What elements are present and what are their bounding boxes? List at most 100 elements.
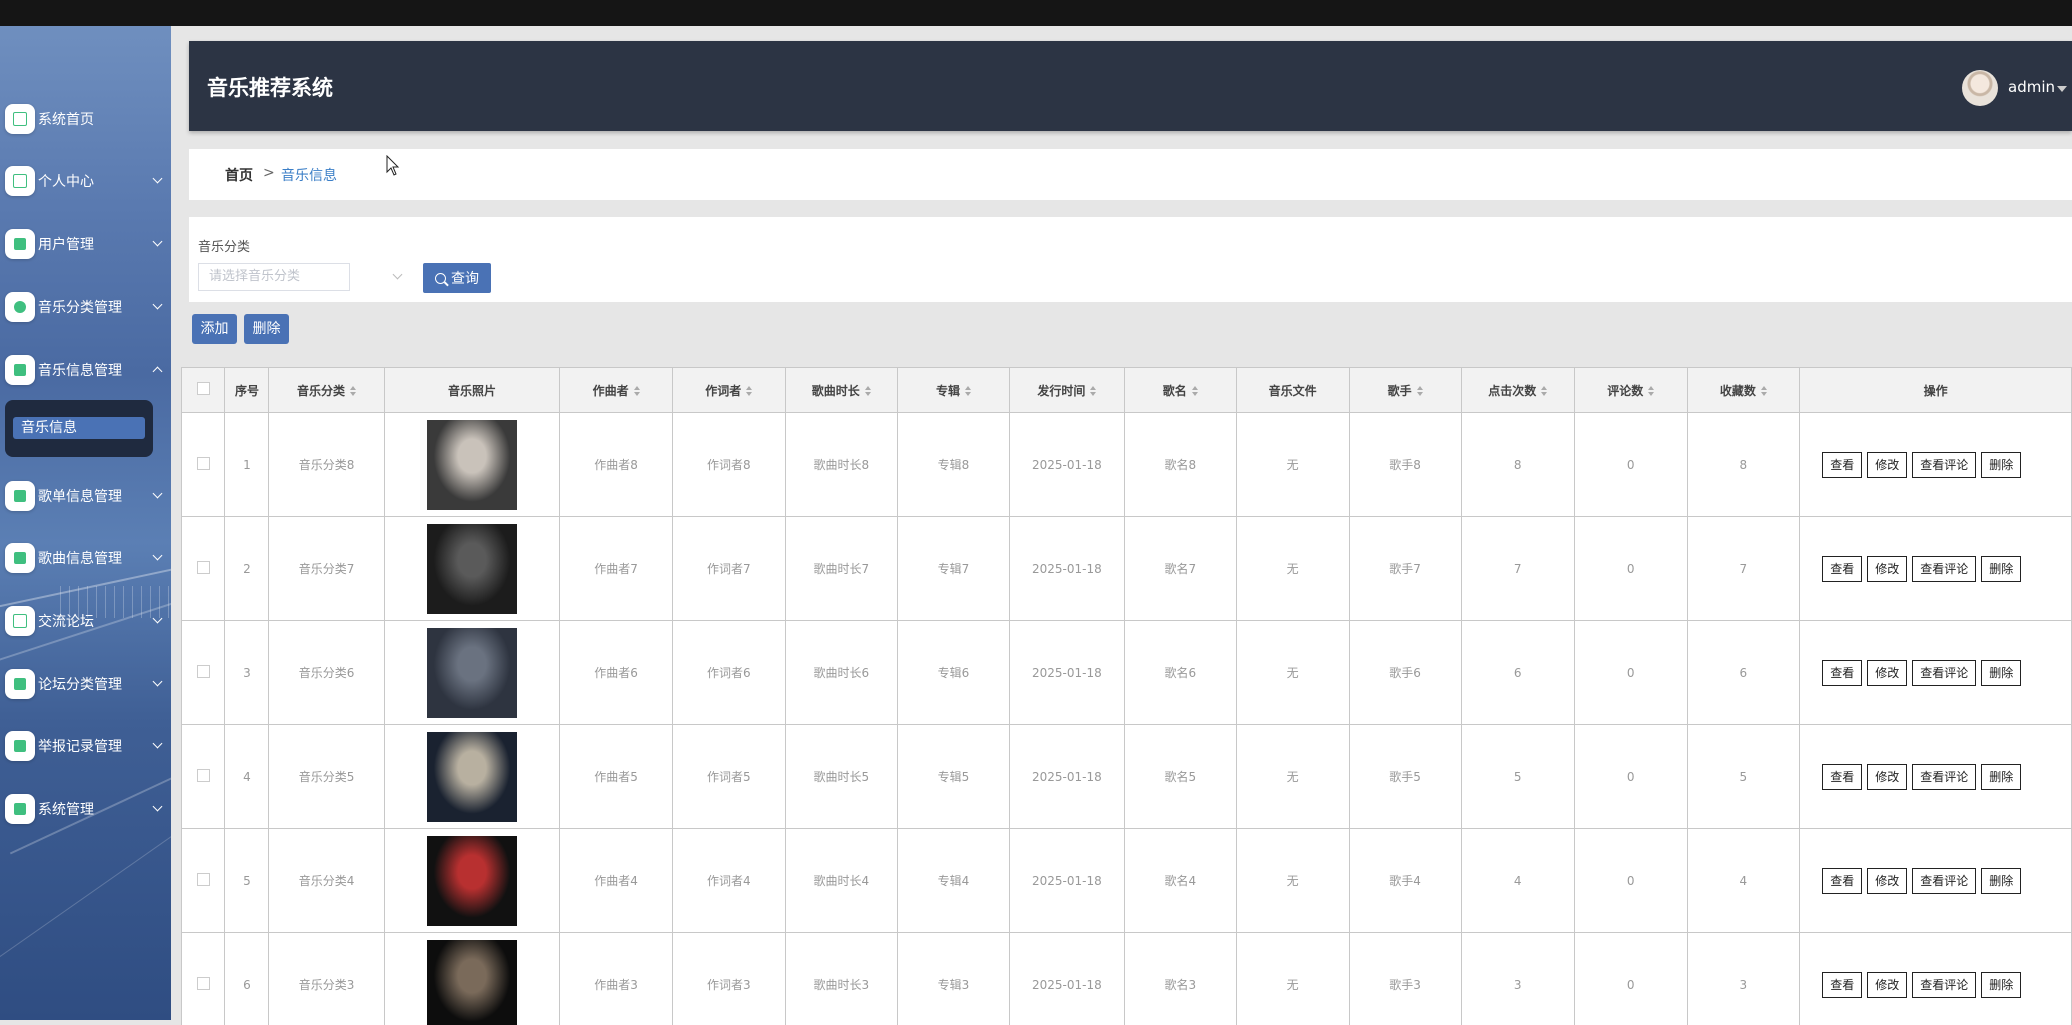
sidebar-item-users[interactable]: 用户管理 [0, 216, 171, 272]
table-cell-song: 歌名3 [1123, 932, 1237, 1025]
view-comments-button[interactable]: 查看评论 [1912, 451, 1977, 478]
view-button[interactable]: 查看 [1822, 555, 1863, 582]
edit-button[interactable]: 修改 [1867, 763, 1908, 790]
sidebar-item-forum[interactable]: 交流论坛 [0, 593, 171, 649]
table-cell-date: 2025-01-18 [1009, 932, 1125, 1025]
query-button-label: 查询 [451, 271, 479, 287]
column-header[interactable]: 作曲者 [559, 367, 673, 413]
column-header[interactable]: 歌曲时长 [784, 367, 898, 413]
delete-row-button[interactable]: 删除 [1981, 867, 2022, 894]
table-cell-singer: 歌手7 [1348, 516, 1462, 621]
row-checkbox[interactable] [181, 620, 226, 725]
table-cell-song: 歌名7 [1123, 516, 1237, 621]
view-button[interactable]: 查看 [1822, 659, 1863, 686]
table-cell-file: 无 [1235, 932, 1350, 1025]
category-select[interactable]: 请选择音乐分类 [198, 263, 350, 291]
delete-row-button[interactable]: 删除 [1981, 555, 2022, 582]
table-cell-category: 音乐分类3 [268, 932, 385, 1025]
music-photo [383, 828, 561, 933]
sidebar-item-label: 个人中心 [38, 174, 94, 190]
album-cover-image [426, 627, 517, 718]
row-checkbox[interactable] [181, 828, 226, 933]
delete-button[interactable]: 删除 [244, 314, 289, 344]
column-header[interactable]: 收藏数 [1686, 367, 1801, 413]
query-button[interactable]: 查询 [423, 263, 491, 293]
column-header: 序号 [224, 367, 270, 413]
delete-row-button[interactable]: 删除 [1981, 971, 2022, 998]
view-button[interactable]: 查看 [1822, 763, 1863, 790]
album-cover-image [426, 939, 517, 1025]
sidebar-item-label: 音乐信息管理 [38, 363, 122, 379]
row-checkbox[interactable] [181, 724, 226, 829]
user-icon [5, 229, 35, 259]
column-header[interactable]: 音乐分类 [268, 367, 385, 413]
row-actions: 查看 修改 查看评论 删除 [1799, 516, 2072, 621]
view-button[interactable]: 查看 [1822, 451, 1863, 478]
edit-button[interactable]: 修改 [1867, 659, 1908, 686]
sidebar-item-home[interactable]: 系统首页 [0, 91, 171, 147]
view-comments-button[interactable]: 查看评论 [1912, 971, 1977, 998]
column-header[interactable]: 评论数 [1573, 367, 1688, 413]
user-name[interactable]: admin [2008, 78, 2055, 96]
avatar[interactable] [1962, 70, 1998, 106]
table-cell-file: 无 [1235, 516, 1350, 621]
edit-button[interactable]: 修改 [1867, 451, 1908, 478]
sidebar-subitem-music-info[interactable]: 音乐信息 [13, 417, 145, 439]
row-checkbox[interactable] [181, 412, 226, 517]
row-checkbox[interactable] [181, 516, 226, 621]
view-comments-button[interactable]: 查看评论 [1912, 867, 1977, 894]
delete-row-button[interactable]: 删除 [1981, 659, 2022, 686]
column-header[interactable]: 作词者 [671, 367, 786, 413]
sliders-icon [5, 606, 35, 636]
table-cell-comments: 0 [1573, 620, 1688, 725]
category-filter-label: 音乐分类 [198, 240, 251, 255]
column-header[interactable]: 点击次数 [1460, 367, 1575, 413]
column-header[interactable]: 专辑 [896, 367, 1011, 413]
table-cell-song: 歌名5 [1123, 724, 1237, 829]
caret-down-icon[interactable] [2057, 86, 2067, 92]
table-cell-no: 1 [224, 412, 270, 517]
table-cell-no: 6 [224, 932, 270, 1025]
edit-button[interactable]: 修改 [1867, 555, 1908, 582]
sidebar-item-profile[interactable]: 个人中心 [0, 153, 171, 209]
sidebar-item-system[interactable]: 系统管理 [0, 781, 171, 837]
sidebar-item-songs[interactable]: 歌曲信息管理 [0, 530, 171, 586]
chevron-down-icon[interactable] [392, 269, 403, 280]
column-header[interactable]: 歌名 [1123, 367, 1237, 413]
sidebar-item-forum-category[interactable]: 论坛分类管理 [0, 656, 171, 712]
table-cell-lyricist: 作词者7 [671, 516, 786, 621]
table-cell-singer: 歌手5 [1348, 724, 1462, 829]
edit-button[interactable]: 修改 [1867, 867, 1908, 894]
delete-row-button[interactable]: 删除 [1981, 451, 2022, 478]
music-photo [383, 620, 561, 725]
flag-icon [5, 794, 35, 824]
select-all-checkbox[interactable] [181, 367, 226, 413]
sidebar-item-music-info[interactable]: 音乐信息管理 [0, 342, 171, 398]
row-checkbox[interactable] [181, 932, 226, 1025]
column-header[interactable]: 歌手 [1348, 367, 1462, 413]
sidebar: 系统首页 个人中心 用户管理 音乐分类管理 音乐信息管理 音乐信息 歌单信息管理… [0, 26, 171, 1020]
edit-button[interactable]: 修改 [1867, 971, 1908, 998]
view-button[interactable]: 查看 [1822, 867, 1863, 894]
add-button[interactable]: 添加 [192, 314, 237, 344]
table-cell-lyricist: 作词者4 [671, 828, 786, 933]
sidebar-item-playlist[interactable]: 歌单信息管理 [0, 468, 171, 524]
sidebar-item-reports[interactable]: 举报记录管理 [0, 718, 171, 774]
view-button[interactable]: 查看 [1822, 971, 1863, 998]
view-comments-button[interactable]: 查看评论 [1912, 763, 1977, 790]
column-header: 音乐照片 [383, 367, 561, 413]
mouse-cursor-icon [386, 155, 400, 176]
table-cell-clicks: 4 [1460, 828, 1575, 933]
table-cell-favorites: 7 [1686, 516, 1801, 621]
breadcrumb-home[interactable]: 首页 [225, 165, 253, 185]
table-row: 4 音乐分类5 作曲者5 作词者5 歌曲时长5 专辑5 2025-01-18 歌名5 无歌手5 5… [181, 724, 2072, 829]
sidebar-item-music-category[interactable]: 音乐分类管理 [0, 279, 171, 335]
sort-icon [964, 386, 971, 396]
view-comments-button[interactable]: 查看评论 [1912, 659, 1977, 686]
delete-row-button[interactable]: 删除 [1981, 763, 2022, 790]
view-comments-button[interactable]: 查看评论 [1912, 555, 1977, 582]
table-cell-lyricist: 作词者8 [671, 412, 786, 517]
column-header[interactable]: 发行时间 [1009, 367, 1125, 413]
row-actions: 查看 修改 查看评论 删除 [1799, 932, 2072, 1025]
table-cell-duration: 歌曲时长3 [784, 932, 898, 1025]
